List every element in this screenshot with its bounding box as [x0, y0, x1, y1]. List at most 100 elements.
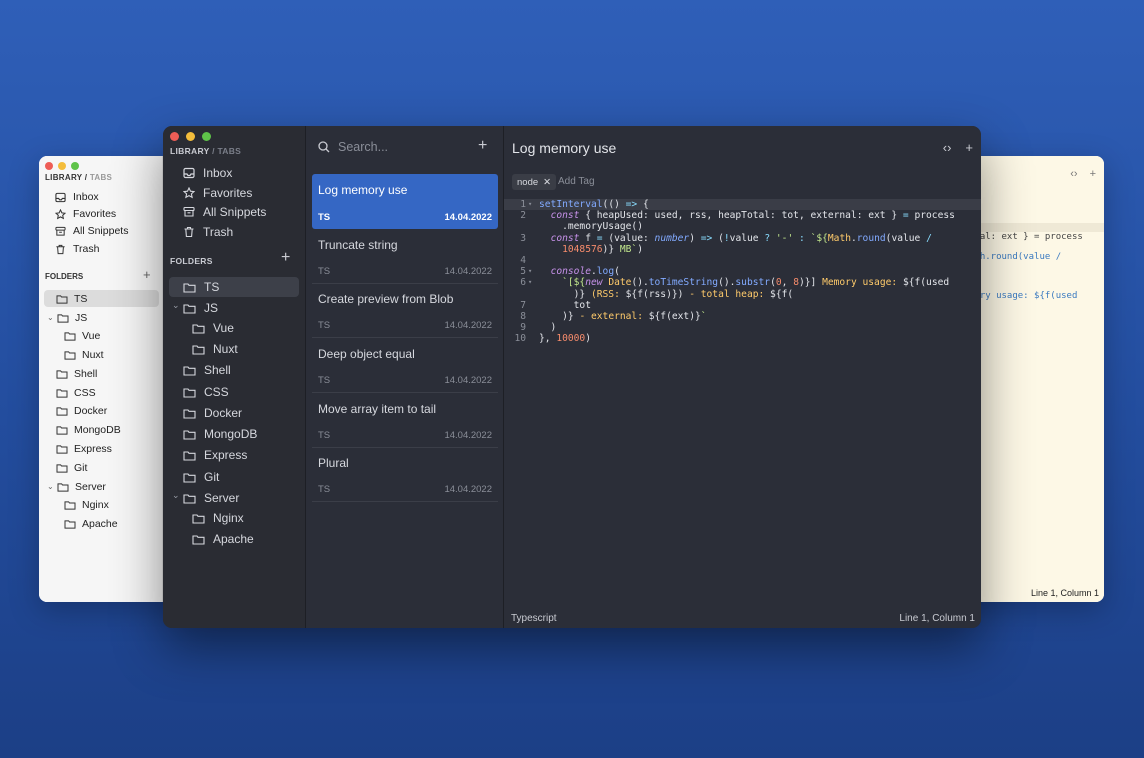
- add-snippet-icon[interactable]: +: [478, 138, 487, 154]
- folders-heading: FOLDERS: [170, 256, 213, 266]
- code-text: `[${new Date().toTimeString().substr(0, …: [562, 277, 950, 289]
- minimize-button[interactable]: [58, 162, 66, 170]
- chevron-down-icon[interactable]: ⌄: [172, 490, 180, 501]
- fold-arrow-icon[interactable]: ▾: [528, 266, 532, 277]
- code-line: 8 )} - external: ${f(ext)}`: [504, 311, 981, 322]
- search-input[interactable]: [338, 140, 468, 154]
- folder-git[interactable]: Git: [183, 467, 219, 487]
- fold-arrow-icon[interactable]: ▾: [528, 277, 532, 288]
- folder-icon: [183, 408, 196, 419]
- code-preview-icon[interactable]: ‹›: [943, 140, 952, 155]
- snippet-item-truncate-string[interactable]: Truncate string TS 14.04.2022: [312, 229, 498, 284]
- back-folder-vue[interactable]: Vue: [64, 327, 100, 344]
- line-number: 7: [520, 299, 526, 311]
- code-line: 1048576)} MB`): [504, 244, 981, 255]
- breadcrumb-tabs[interactable]: TABS: [217, 146, 241, 156]
- chevron-down-icon[interactable]: ⌄: [172, 300, 180, 311]
- code-editor[interactable]: 1 ▾ setInterval(() => { 2 const { heapUsed…: [504, 199, 981, 344]
- folder-apache[interactable]: Apache: [192, 529, 254, 549]
- breadcrumb-library[interactable]: LIBRARY: [170, 146, 209, 156]
- chevron-down-icon[interactable]: ⌄: [47, 482, 54, 491]
- add-fragment-icon[interactable]: +: [965, 140, 973, 155]
- snippet-name-input[interactable]: Log memory use: [512, 140, 616, 156]
- folder-label: TS: [74, 292, 88, 305]
- breadcrumb-library[interactable]: LIBRARY: [45, 173, 82, 182]
- back-folder-css[interactable]: CSS: [56, 384, 96, 401]
- code-text: .memoryUsage(): [539, 221, 643, 233]
- line-number: 1: [520, 199, 526, 210]
- folder-icon: [183, 303, 196, 314]
- back-nav-inbox[interactable]: Inbox: [55, 191, 99, 203]
- line-number: 10: [514, 333, 526, 345]
- back-folder-apache[interactable]: Apache: [64, 515, 118, 532]
- folder-docker[interactable]: Docker: [183, 403, 242, 423]
- code-icon[interactable]: ‹›: [1070, 168, 1077, 180]
- back-folder-shell[interactable]: Shell: [56, 365, 97, 382]
- back-folder-git[interactable]: Git: [56, 459, 87, 476]
- nav-label: Trash: [73, 243, 100, 255]
- back-folder-mongodb[interactable]: MongoDB: [56, 421, 121, 438]
- folder-js[interactable]: JS: [183, 298, 218, 318]
- folder-nuxt[interactable]: Nuxt: [192, 339, 238, 359]
- code-text: )} (RSS: ${f(rss)}) - total heap: ${f(: [539, 288, 794, 300]
- back-folder-server[interactable]: Server: [57, 478, 106, 495]
- close-icon[interactable]: ✕: [543, 177, 551, 188]
- folder-icon: [57, 482, 69, 492]
- sidebar-item-inbox[interactable]: Inbox: [183, 166, 232, 180]
- snippet-list: + Log memory use TS 14.04.2022 Truncate s…: [306, 126, 504, 628]
- minimize-button[interactable]: [186, 132, 195, 141]
- zoom-button[interactable]: [71, 162, 79, 170]
- code-text: const f = (value: number) => (!value ? '…: [550, 232, 932, 244]
- tag-chip[interactable]: node ✕: [512, 174, 557, 190]
- close-button[interactable]: [170, 132, 179, 141]
- language-selector[interactable]: Typescript: [511, 613, 557, 624]
- add-folder-icon[interactable]: +: [281, 250, 290, 266]
- snippet-item-deep-object-equal[interactable]: Deep object equal TS 14.04.2022: [312, 338, 498, 393]
- sidebar-item-favorites[interactable]: Favorites: [183, 186, 252, 200]
- back-folder-js[interactable]: JS: [57, 309, 87, 326]
- folder-vue[interactable]: Vue: [192, 318, 234, 338]
- back-nav-all-snippets[interactable]: All Snippets: [55, 225, 128, 237]
- snippet-date: 14.04.2022: [444, 266, 492, 277]
- back-nav-trash[interactable]: Trash: [55, 243, 99, 255]
- back-folder-nginx[interactable]: Nginx: [64, 496, 109, 513]
- folder-shell[interactable]: Shell: [183, 360, 231, 380]
- code-text: tot: [539, 299, 591, 311]
- folder-label: Nuxt: [82, 348, 104, 361]
- folder-nginx[interactable]: Nginx: [192, 508, 244, 528]
- snippet-title: Plural: [318, 456, 349, 470]
- back-folder-express[interactable]: Express: [56, 440, 112, 457]
- add-icon[interactable]: +: [1090, 168, 1096, 180]
- folder-mongodb[interactable]: MongoDB: [183, 424, 257, 444]
- back-folder-nuxt[interactable]: Nuxt: [64, 346, 104, 363]
- folder-icon: [64, 331, 76, 341]
- folder-ts[interactable]: TS: [169, 277, 299, 297]
- back-folder-docker[interactable]: Docker: [56, 402, 107, 419]
- add-tag-input[interactable]: Add Tag: [558, 176, 595, 187]
- folder-express[interactable]: Express: [183, 445, 247, 465]
- search-icon: [318, 141, 330, 153]
- folder-label: MongoDB: [204, 427, 258, 441]
- snippet-item-create-preview[interactable]: Create preview from Blob TS 14.04.2022: [312, 283, 498, 338]
- archive-icon: [183, 206, 195, 218]
- breadcrumb: LIBRARY / TABS: [170, 146, 241, 156]
- fold-arrow-icon[interactable]: ▾: [528, 199, 532, 210]
- folder-css[interactable]: CSS: [183, 382, 229, 402]
- add-folder-icon[interactable]: +: [143, 267, 151, 282]
- sidebar-item-trash[interactable]: Trash: [183, 225, 233, 239]
- back-folder-ts[interactable]: TS: [44, 290, 159, 307]
- zoom-button[interactable]: [202, 132, 211, 141]
- chevron-down-icon[interactable]: ⌄: [47, 313, 54, 322]
- snippet-item-log-memory-use[interactable]: Log memory use TS 14.04.2022: [312, 174, 498, 229]
- sidebar-item-all-snippets[interactable]: All Snippets: [183, 205, 266, 219]
- folder-server[interactable]: Server: [183, 488, 239, 508]
- snippet-item-plural[interactable]: Plural TS 14.04.2022: [312, 447, 498, 502]
- snippet-item-move-array-item[interactable]: Move array item to tail TS 14.04.2022: [312, 393, 498, 448]
- close-button[interactable]: [45, 162, 53, 170]
- code-text: console.log(: [550, 266, 620, 278]
- breadcrumb-tabs[interactable]: TABS: [90, 173, 112, 182]
- search-bar: [318, 140, 494, 154]
- window-controls: [170, 132, 211, 141]
- back-nav-favorites[interactable]: Favorites: [55, 208, 116, 220]
- nav-label: Inbox: [73, 191, 99, 203]
